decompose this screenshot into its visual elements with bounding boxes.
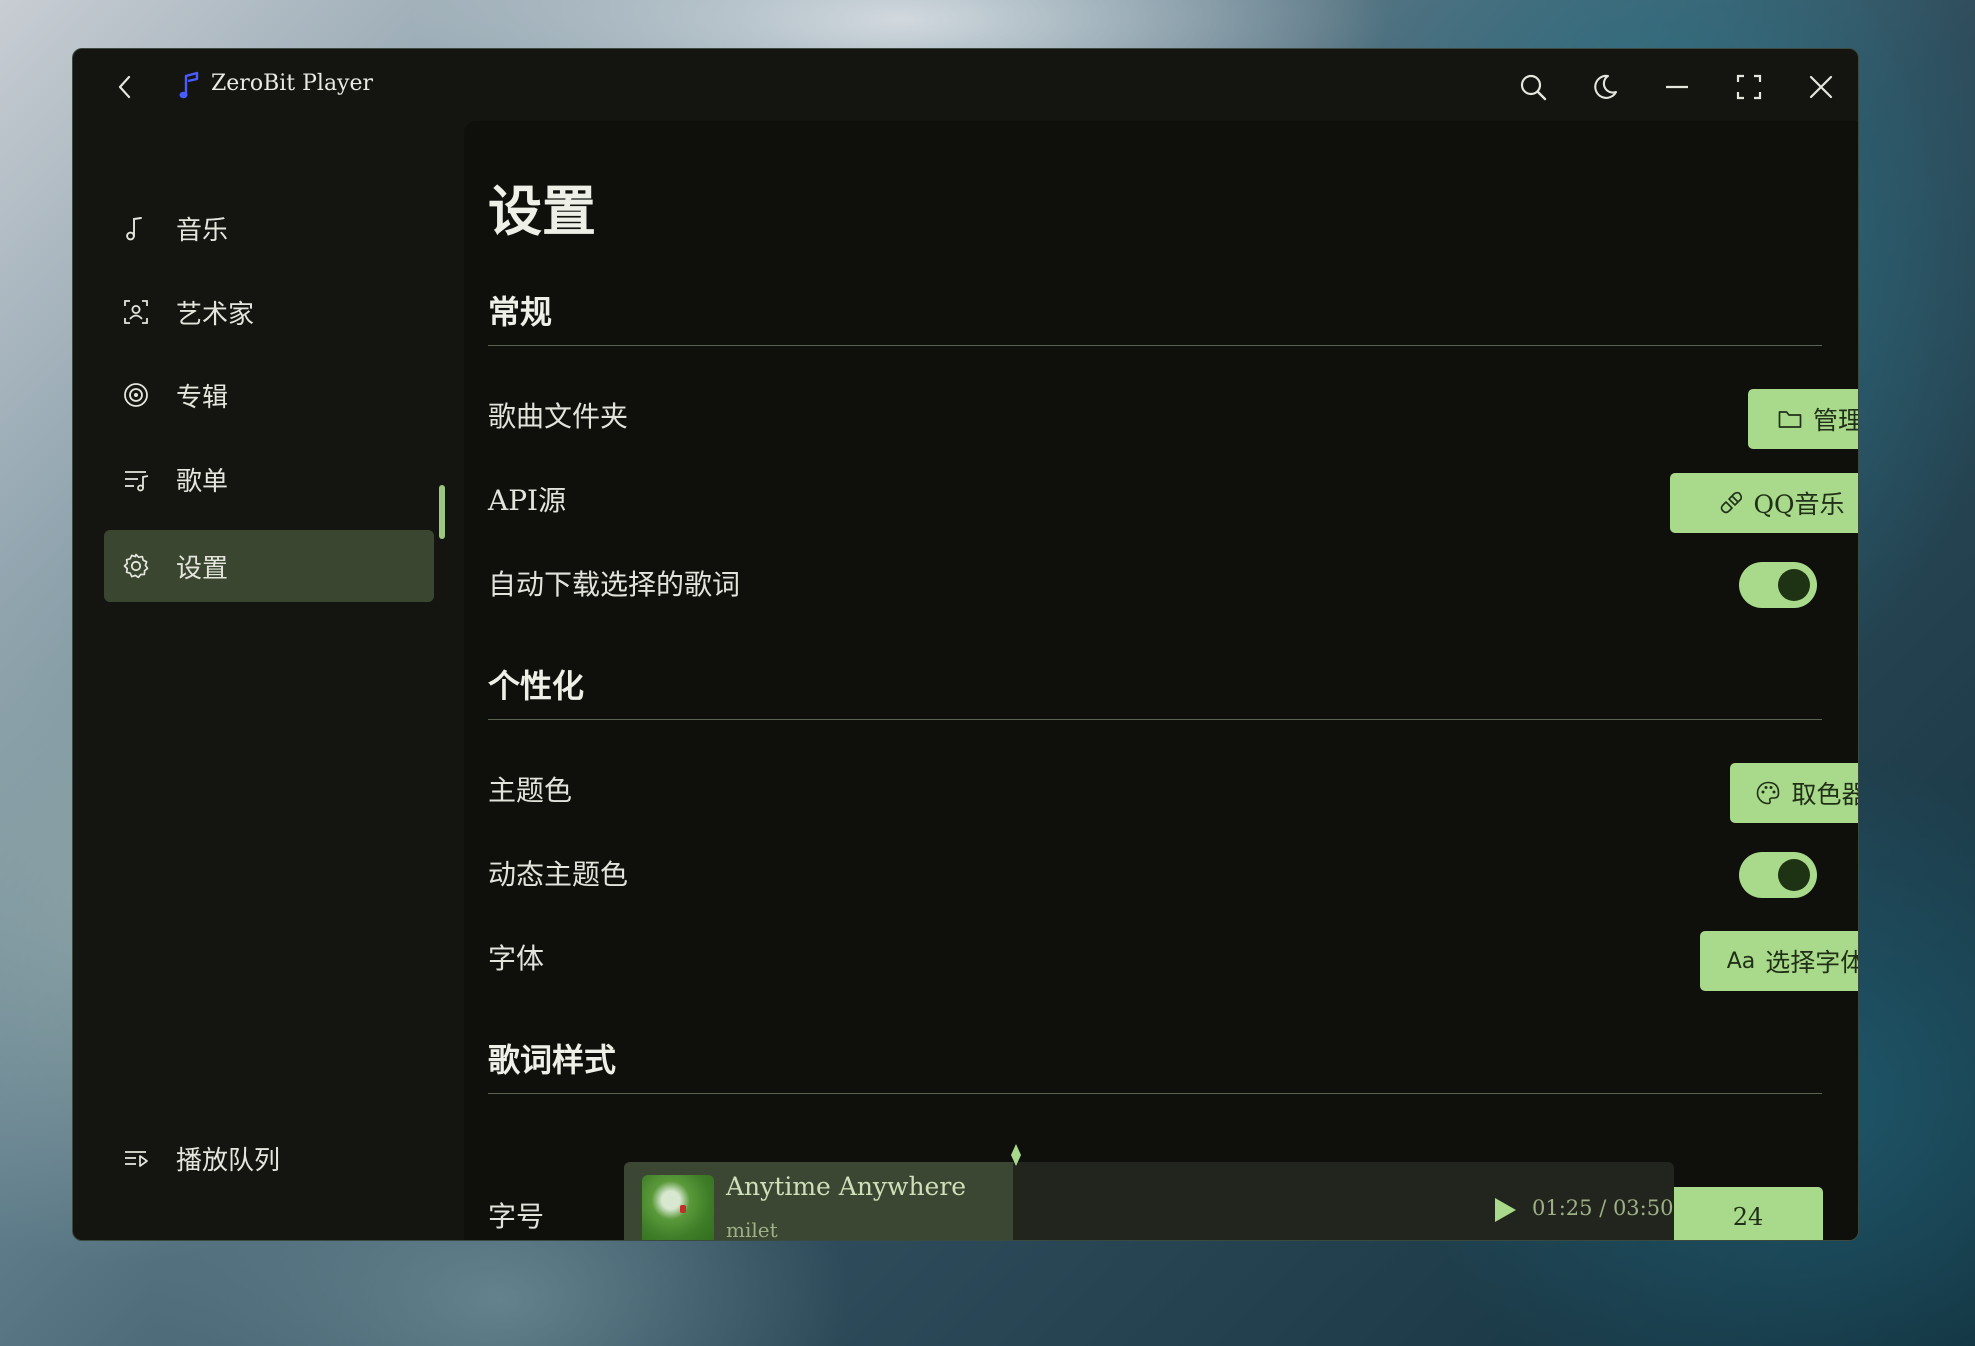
divider <box>488 1093 1822 1094</box>
chevron-left-icon <box>118 75 131 99</box>
seek-thumb[interactable] <box>1010 1143 1022 1167</box>
fullscreen-button[interactable] <box>1729 67 1769 107</box>
sidebar-item-settings[interactable]: 设置 <box>104 530 434 602</box>
app-window: ZeroBit Player 音乐 艺术家 专辑 歌单 设置 播放队列 设置 常… <box>72 48 1859 1241</box>
sidebar-item-label: 音乐 <box>176 216 229 246</box>
album-icon <box>124 383 148 407</box>
manage-folder-label: 管理 <box>1812 406 1859 435</box>
sidebar-item-label: 设置 <box>176 554 229 584</box>
mini-player[interactable]: Anytime Anywhere milet 01:25 / 03:50 <box>624 1162 1674 1241</box>
search-button[interactable] <box>1513 67 1553 107</box>
auto-download-toggle[interactable] <box>1739 562 1817 608</box>
section-title-personalize: 个性化 <box>488 667 585 705</box>
back-button[interactable] <box>107 69 143 105</box>
minimize-icon <box>1666 85 1688 89</box>
section-title-lyrics: 歌词样式 <box>488 1041 617 1079</box>
moon-icon <box>1594 74 1618 99</box>
artist-icon <box>124 300 148 324</box>
api-source-button[interactable]: QQ音乐 <box>1670 473 1858 533</box>
playlist-icon <box>125 471 149 492</box>
active-indicator <box>439 485 445 539</box>
section-title-general: 常规 <box>488 293 553 331</box>
app-logo-icon <box>177 71 203 101</box>
song-title: Anytime Anywhere <box>726 1172 967 1201</box>
song-artist: milet <box>726 1218 778 1241</box>
gear-icon <box>123 553 149 579</box>
sidebar-item-queue[interactable]: 播放队列 <box>104 1122 434 1194</box>
dynamic-theme-label: 动态主题色 <box>488 858 629 891</box>
font-label: 字体 <box>488 942 545 975</box>
dynamic-theme-toggle[interactable] <box>1739 852 1817 898</box>
music-note-icon <box>126 217 142 241</box>
divider <box>488 719 1822 720</box>
album-cover <box>642 1175 714 1240</box>
sidebar-item-music[interactable]: 音乐 <box>104 192 434 264</box>
manage-folder-button[interactable]: 管理 <box>1748 389 1859 449</box>
search-icon <box>1520 74 1547 101</box>
color-picker-button[interactable]: 取色器 <box>1730 763 1859 823</box>
sidebar-item-artist[interactable]: 艺术家 <box>104 276 434 348</box>
font-icon: Aa <box>1726 948 1756 974</box>
fullscreen-icon <box>1736 74 1762 100</box>
settings-page: 设置 常规 歌曲文件夹 管理 API源 QQ音乐 自动下载选择的歌词 个性化 主… <box>464 121 1859 1241</box>
api-source-value: QQ音乐 <box>1753 490 1845 519</box>
font-size-input[interactable]: 24 <box>1673 1187 1823 1240</box>
title-bar: ZeroBit Player <box>73 49 1858 121</box>
api-source-label: API源 <box>488 484 567 517</box>
play-icon[interactable] <box>1492 1196 1518 1224</box>
select-font-label: 选择字体 <box>1765 948 1859 977</box>
close-button[interactable] <box>1801 67 1841 107</box>
auto-download-label: 自动下载选择的歌词 <box>488 568 741 601</box>
folder-icon <box>1778 411 1802 428</box>
divider <box>488 345 1822 346</box>
palette-icon <box>1757 781 1780 805</box>
font-size-value: 24 <box>1732 1203 1764 1231</box>
font-size-label: 字号 <box>488 1200 545 1233</box>
theme-color-label: 主题色 <box>488 774 573 807</box>
app-title: ZeroBit Player <box>211 71 374 96</box>
sidebar: 音乐 艺术家 专辑 歌单 设置 播放队列 <box>73 121 463 1240</box>
sidebar-item-label: 艺术家 <box>176 300 255 330</box>
song-folder-label: 歌曲文件夹 <box>488 400 629 433</box>
link-icon <box>1720 491 1742 514</box>
theme-toggle-button[interactable] <box>1585 67 1625 107</box>
sidebar-item-playlist[interactable]: 歌单 <box>104 443 434 515</box>
playback-time: 01:25 / 03:50 <box>1532 1196 1674 1220</box>
toggle-knob <box>1778 569 1810 601</box>
sidebar-item-label: 播放队列 <box>176 1146 281 1176</box>
sidebar-item-album[interactable]: 专辑 <box>104 359 434 431</box>
toggle-knob <box>1778 859 1810 891</box>
sidebar-item-label: 专辑 <box>176 383 229 413</box>
sidebar-item-label: 歌单 <box>176 467 229 497</box>
select-font-button[interactable]: Aa 选择字体 <box>1700 931 1859 991</box>
page-title: 设置 <box>488 179 596 243</box>
minimize-button[interactable] <box>1657 67 1697 107</box>
close-icon <box>1809 75 1833 99</box>
queue-icon <box>125 1151 148 1167</box>
color-picker-label: 取色器 <box>1791 780 1859 809</box>
